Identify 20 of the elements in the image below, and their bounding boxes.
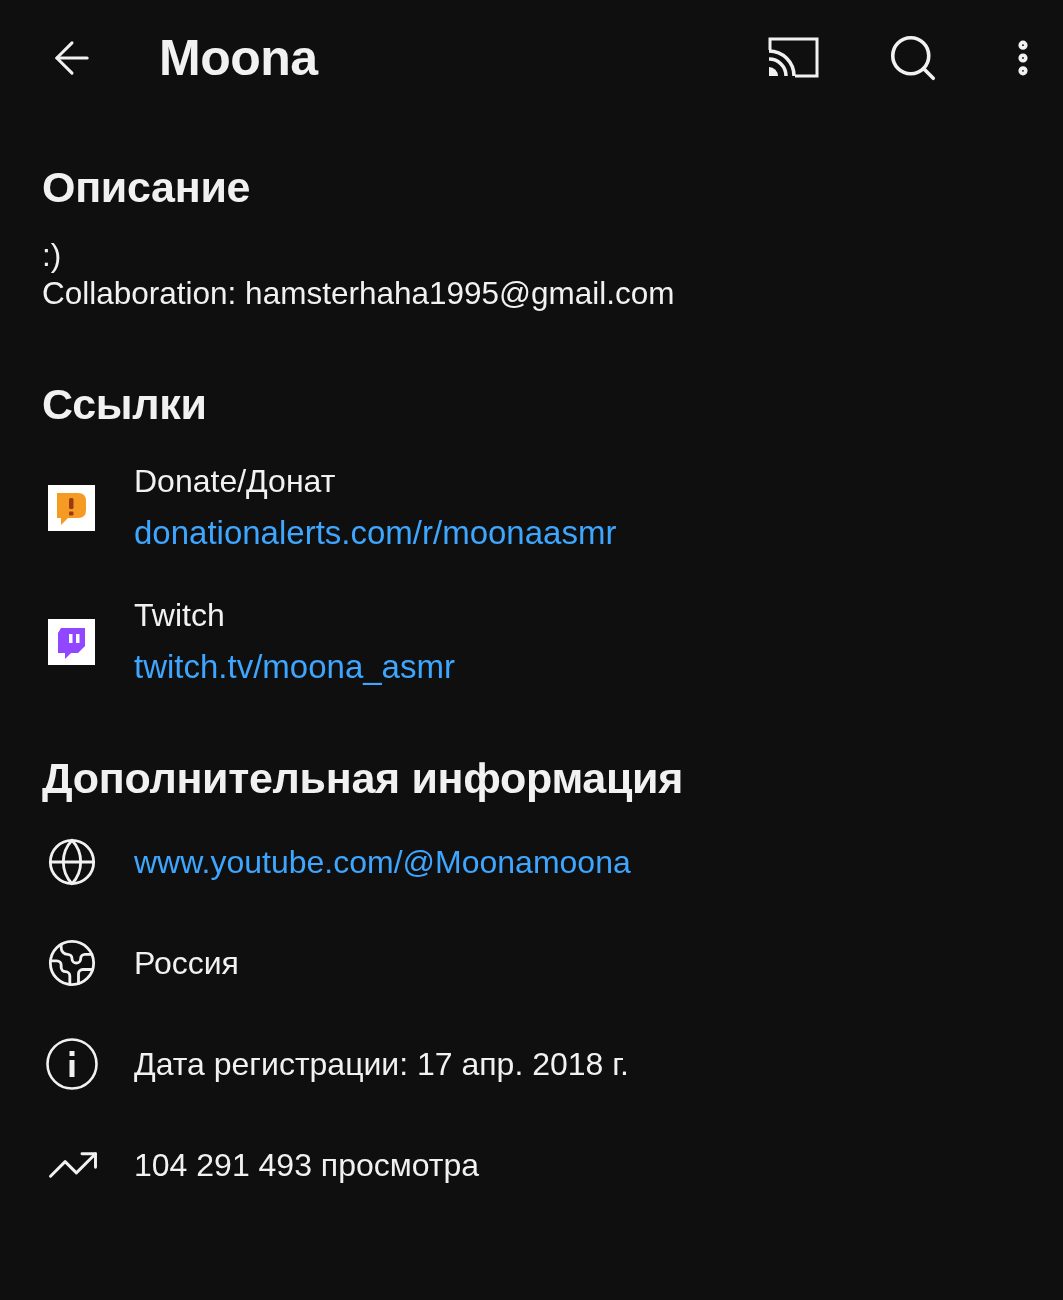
link-title: Twitch <box>134 596 225 635</box>
chat-bubble-logo-icon <box>48 619 95 665</box>
join-date-text: Дата регистрации: 17 апр. 2018 г. <box>134 1045 629 1084</box>
alert-bubble-logo-icon <box>48 485 95 531</box>
views-count-text: 104 291 493 просмотра <box>134 1146 480 1185</box>
globe-icon <box>46 836 98 888</box>
info-icon <box>46 1038 98 1090</box>
country-text: Россия <box>134 944 239 983</box>
link-url[interactable]: twitch.tv/moona_asmr <box>134 645 455 689</box>
link-title: Donate/Донат <box>134 462 336 501</box>
link-url[interactable]: donationalerts.com/r/moonaasmr <box>134 511 617 555</box>
section-heading: Ссылки <box>42 380 207 428</box>
website-link[interactable]: www.youtube.com/@Moonamoona <box>134 842 631 882</box>
section-heading: Дополнительная информация <box>42 754 683 802</box>
description-text: :) <box>42 236 62 274</box>
section-heading: Описание <box>42 163 251 211</box>
description-text: Collaboration: hamsterhaha1995@gmail.com <box>42 274 675 312</box>
channel-title: Moona <box>159 28 318 88</box>
cast-icon[interactable] <box>768 37 819 78</box>
earth-icon <box>46 937 98 989</box>
